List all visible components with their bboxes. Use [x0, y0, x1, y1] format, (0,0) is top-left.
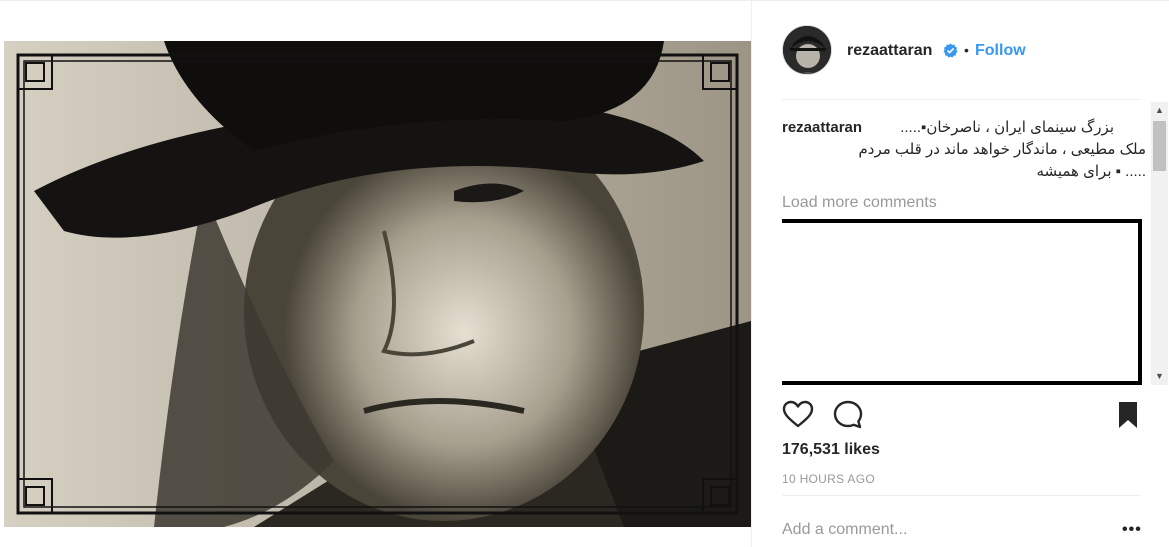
- more-options-button[interactable]: •••: [1122, 521, 1142, 539]
- action-bar: [782, 399, 1142, 431]
- heart-icon[interactable]: [782, 399, 814, 431]
- comments-scrollbar[interactable]: ▲ ▼: [1151, 102, 1168, 385]
- comments-list[interactable]: rezaattaran بزرگ سینمای ایران ، ناصرخان▪…: [782, 109, 1146, 389]
- caption-line-1: بزرگ سینمای ایران ، ناصرخان▪.....: [900, 119, 1114, 136]
- avatar[interactable]: [782, 25, 832, 75]
- scroll-down-arrow-icon[interactable]: ▼: [1151, 368, 1168, 385]
- avatar-image: [783, 26, 831, 74]
- bookmark-icon[interactable]: [1112, 399, 1144, 431]
- comment-divider: [782, 495, 1141, 496]
- post-image[interactable]: [4, 41, 751, 527]
- likes-count[interactable]: 176,531 likes: [782, 441, 880, 459]
- verified-badge-icon: [943, 43, 958, 58]
- caption-line-3: ..... ▪ برای همیشه: [1036, 163, 1146, 180]
- follow-button[interactable]: Follow: [975, 42, 1026, 60]
- post-sidebar: rezaattaran • Follow rezaattaran بزرگ سی…: [751, 1, 1169, 547]
- embedded-box: [782, 219, 1142, 385]
- post-container: rezaattaran • Follow rezaattaran بزرگ سی…: [0, 0, 1169, 547]
- caption-line-2: ملک مطیعی ، ماندگار خواهد ماند در قلب مر…: [858, 141, 1146, 158]
- comment-icon[interactable]: [832, 399, 864, 431]
- post-timestamp[interactable]: 10 HOURS AGO: [782, 472, 875, 486]
- separator-dot: •: [964, 42, 969, 58]
- caption-text: بزرگ سینمای ایران ، ناصرخان▪..... ملک مط…: [782, 117, 1146, 183]
- post-header: rezaattaran • Follow: [752, 1, 1169, 99]
- load-more-comments-link[interactable]: Load more comments: [782, 194, 937, 212]
- scroll-thumb[interactable]: [1153, 121, 1166, 171]
- add-comment-input[interactable]: [782, 521, 1102, 539]
- scroll-up-arrow-icon[interactable]: ▲: [1151, 102, 1168, 119]
- header-divider: [782, 99, 1141, 100]
- username-link[interactable]: rezaattaran: [847, 42, 932, 60]
- portrait-photo: [4, 41, 751, 527]
